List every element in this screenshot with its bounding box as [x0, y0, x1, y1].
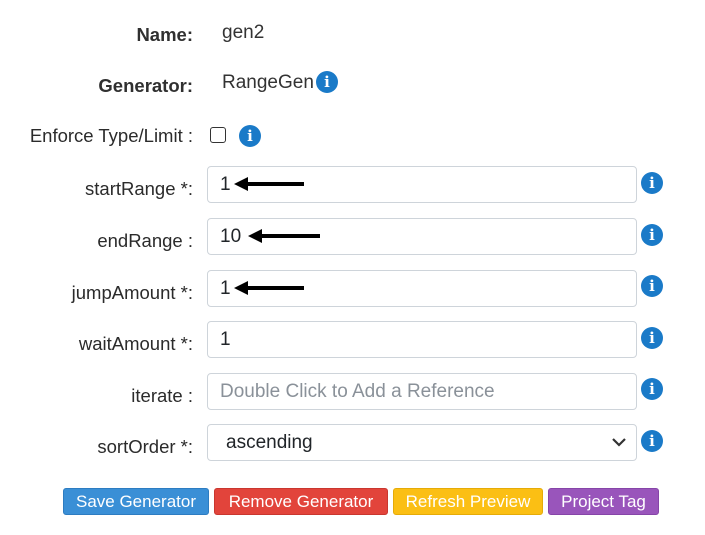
generator-label: Generator:: [98, 75, 193, 96]
sort-order-label: sortOrder *:: [97, 436, 193, 457]
sort-order-value: ascending: [226, 432, 313, 453]
generator-info-icon[interactable]: i: [316, 71, 338, 93]
enforce-checkbox[interactable]: [210, 127, 226, 143]
wait-amount-input[interactable]: 1: [207, 321, 637, 358]
jump-amount-info-icon[interactable]: i: [641, 275, 663, 297]
start-range-label: startRange *:: [85, 178, 193, 199]
iterate-input[interactable]: Double Click to Add a Reference: [207, 373, 637, 410]
remove-generator-button[interactable]: Remove Generator: [214, 488, 388, 515]
iterate-info-icon[interactable]: i: [641, 378, 663, 400]
name-value: gen2: [222, 22, 265, 43]
arrow-annotation-icon: [234, 177, 304, 191]
chevron-down-icon: [612, 438, 626, 447]
wait-amount-info-icon[interactable]: i: [641, 327, 663, 349]
name-label: Name:: [136, 24, 193, 45]
sort-order-select[interactable]: ascending: [207, 424, 637, 461]
enforce-label: Enforce Type/Limit :: [29, 125, 193, 146]
generator-value: RangeGen: [222, 72, 314, 93]
refresh-preview-button[interactable]: Refresh Preview: [393, 488, 543, 515]
wait-amount-label: waitAmount *:: [78, 333, 193, 354]
start-range-info-icon[interactable]: i: [641, 172, 663, 194]
iterate-label: iterate :: [131, 385, 193, 406]
save-generator-button[interactable]: Save Generator: [63, 488, 209, 515]
end-range-label: endRange :: [97, 230, 193, 251]
end-range-info-icon[interactable]: i: [641, 224, 663, 246]
arrow-annotation-icon: [234, 281, 304, 295]
enforce-info-icon[interactable]: i: [239, 125, 261, 147]
sort-order-info-icon[interactable]: i: [641, 430, 663, 452]
jump-amount-label: jumpAmount *:: [71, 282, 193, 303]
arrow-annotation-icon: [248, 229, 320, 243]
project-tag-button[interactable]: Project Tag: [548, 488, 659, 515]
